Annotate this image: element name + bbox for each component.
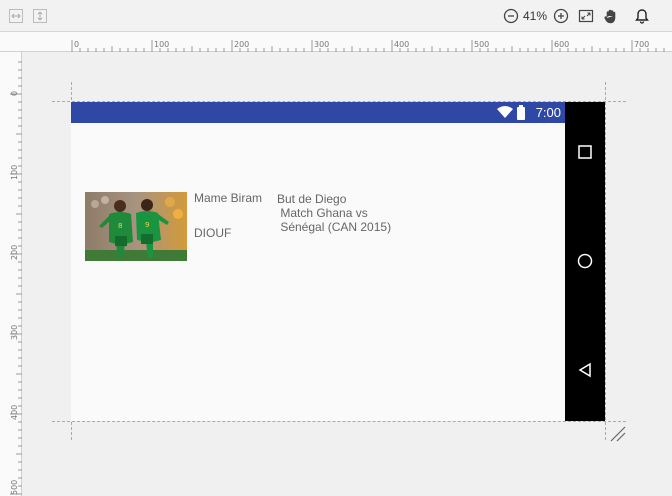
ruler-tick-label: 300 [314,40,330,49]
editor-toolbar: 41% [0,0,672,32]
ruler-tick-label: 700 [634,40,650,49]
ruler-tick-label: 100 [154,40,170,49]
description-line: Sénégal (CAN 2015) [277,220,392,234]
ruler-tick-label: 300 [10,324,19,340]
player-first-name: Mame Biram [194,191,263,205]
expand-horizontal-icon[interactable] [8,8,24,24]
player-last-name: DIOUF [194,226,232,240]
ruler-tick-label: 200 [10,244,19,260]
pan-hand-icon[interactable] [603,8,619,24]
ruler-tick-label: 600 [554,40,570,49]
expand-vertical-icon[interactable] [32,8,48,24]
ruler-tick-label: 100 [10,164,19,180]
ruler-tick-label: 200 [234,40,250,49]
horizontal-ruler: 0 100 200 300 400 500 600 700 [0,32,672,52]
ruler-tick-label: 400 [394,40,410,49]
zoom-in-icon[interactable] [553,8,569,24]
description-line: But de Diego [277,192,347,206]
guide-line-bottom [52,421,626,422]
goal-description: But de Diego Match Ghana vs Sénégal (CAN… [277,192,417,234]
ruler-tick-label: 500 [10,479,19,495]
vertical-ruler: 0 100 200 300 400 500 [0,52,22,496]
wifi-battery-icon [497,105,525,120]
ruler-tick-label: 0 [10,90,19,96]
status-bar: 7:00 [71,102,565,123]
ruler-tick-label: 500 [474,40,490,49]
player-photo: 8 9 [85,192,187,261]
svg-text:9: 9 [145,221,149,229]
device-preview[interactable]: 7:00 8 9 Mame Biram DIOUF But de Diego M… [71,102,605,421]
zoom-out-icon[interactable] [503,8,519,24]
zoom-level: 41% [523,9,548,23]
back-icon[interactable] [577,362,593,378]
navigation-bar [565,102,605,421]
zoom-to-fit-icon[interactable] [578,8,594,24]
svg-text:8: 8 [118,222,122,230]
status-time: 7:00 [535,105,561,120]
ruler-tick-label: 400 [10,404,19,420]
resize-handle-icon[interactable] [607,423,629,445]
notification-bell-icon[interactable] [634,8,650,24]
home-icon[interactable] [577,253,593,269]
description-line: Match Ghana vs [277,206,368,220]
app-content: 8 9 Mame Biram DIOUF But de Diego Match … [71,123,565,421]
guide-line-right [605,82,606,440]
recent-apps-icon[interactable] [577,144,593,160]
ruler-tick-label: 0 [74,40,80,49]
